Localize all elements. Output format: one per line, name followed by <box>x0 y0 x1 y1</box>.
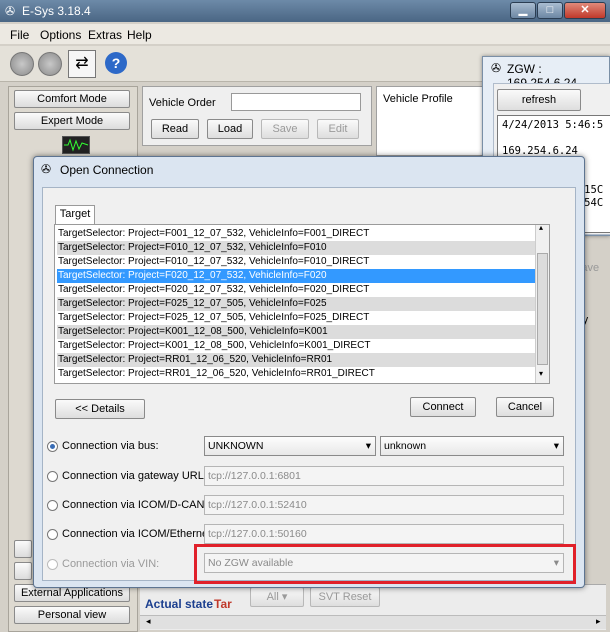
close-button[interactable]: ✕ <box>564 2 606 19</box>
vin-label: Connection via VIN: <box>62 558 160 570</box>
target-state-label: Tar <box>214 597 232 611</box>
radio-icom-ethernet[interactable] <box>47 529 58 540</box>
actual-state-label: Actual state <box>145 597 214 611</box>
list-scrollbar[interactable]: ▴ ▾ <box>535 225 549 383</box>
scroll-thumb[interactable] <box>537 253 548 365</box>
target-list-item[interactable]: TargetSelector: Project=F020_12_07_532, … <box>57 269 537 283</box>
scroll-left-icon[interactable]: ◂ <box>146 616 151 627</box>
back-icon[interactable] <box>10 52 34 76</box>
target-list-item[interactable]: TargetSelector: Project=RR01_12_06_520, … <box>57 353 537 367</box>
target-list[interactable]: TargetSelector: Project=F001_12_07_532, … <box>54 224 550 384</box>
main-titlebar: ✇ E-Sys 3.18.4 ▁ □ ✕ <box>0 0 610 22</box>
horizontal-scrollbar[interactable]: ◂ ▸ <box>140 615 606 629</box>
connection-icon[interactable]: ⇄ <box>68 50 96 78</box>
vehicle-order-panel: Vehicle Order Read Load Save Edit <box>142 86 372 146</box>
chevron-down-icon: ▾ <box>365 440 371 452</box>
svt-reset-button[interactable]: SVT Reset <box>310 587 380 607</box>
bus-type-select[interactable]: unknown ▾ <box>380 436 564 456</box>
target-list-item[interactable]: TargetSelector: Project=RR01_12_06_520, … <box>57 367 537 381</box>
edit-button[interactable]: Edit <box>317 119 359 139</box>
scroll-right-icon[interactable]: ▸ <box>596 616 601 627</box>
target-list-item[interactable]: TargetSelector: Project=F020_12_07_532, … <box>57 283 537 297</box>
cancel-button[interactable]: Cancel <box>496 397 554 417</box>
target-list-item[interactable]: TargetSelector: Project=K001_12_08_500, … <box>57 339 537 353</box>
menu-extras[interactable]: Extras <box>88 28 122 42</box>
target-list-item[interactable]: TargetSelector: Project=F010_12_07_532, … <box>57 255 537 269</box>
maximize-button[interactable]: □ <box>537 2 563 19</box>
gateway-label: Connection via gateway URL: <box>62 470 207 482</box>
expert-mode-button[interactable]: Expert Mode <box>14 112 130 130</box>
help-icon[interactable]: ? <box>105 52 127 74</box>
dialog-icon: ✇ <box>41 162 52 176</box>
target-list-item[interactable]: TargetSelector: Project=F001_12_07_532, … <box>57 227 537 241</box>
minimize-button[interactable]: ▁ <box>510 2 536 19</box>
menu-file[interactable]: File <box>10 28 29 42</box>
target-list-item[interactable]: TargetSelector: Project=F025_12_07_505, … <box>57 297 537 311</box>
refresh-button[interactable]: refresh <box>497 89 581 111</box>
save-button[interactable]: Save <box>261 119 309 139</box>
target-list-item[interactable]: TargetSelector: Project=K001_12_08_500, … <box>57 325 537 339</box>
load-button[interactable]: Load <box>207 119 253 139</box>
icom-dcan-label: Connection via ICOM/D-CAN: <box>62 499 208 511</box>
highlight-box <box>194 544 576 584</box>
tab-target[interactable]: Target <box>55 205 95 224</box>
connect-button[interactable]: Connect <box>410 397 476 417</box>
scroll-down-icon[interactable]: ▾ <box>539 369 543 378</box>
menu-help[interactable]: Help <box>127 28 152 42</box>
vehicle-profile-label: Vehicle Profile <box>383 93 453 105</box>
menu-options[interactable]: Options <box>40 28 81 42</box>
icom-dcan-field[interactable]: tcp://127.0.0.1:52410 <box>204 495 564 515</box>
chevron-down-icon: ▾ <box>553 440 559 452</box>
zgw-line <box>502 132 610 145</box>
gateway-url-field[interactable]: tcp://127.0.0.1:6801 <box>204 466 564 486</box>
target-list-item[interactable]: TargetSelector: Project=F025_12_07_505, … <box>57 311 537 325</box>
state-bar: Actual state Tar All ▾ SVT Reset ◂ ▸ <box>140 584 606 630</box>
bus-select[interactable]: UNKNOWN ▾ <box>204 436 376 456</box>
scroll-up-icon[interactable]: ▴ <box>539 225 543 232</box>
read-button[interactable]: Read <box>151 119 199 139</box>
filter-combo[interactable]: All ▾ <box>250 587 304 607</box>
dialog-title: Open Connection <box>60 163 154 177</box>
sidebar-stub-button[interactable] <box>14 540 32 558</box>
bus-label: Connection via bus: <box>62 440 159 452</box>
radio-vin[interactable] <box>47 559 58 570</box>
sidebar-stub-button[interactable] <box>14 562 32 580</box>
zgw-icon: ✇ <box>491 61 502 75</box>
zgw-line: 4/24/2013 5:46:5 <box>502 119 604 131</box>
comfort-mode-button[interactable]: Comfort Mode <box>14 90 130 108</box>
icom-ethernet-label: Connection via ICOM/Ethernet: <box>62 528 215 540</box>
app-icon: ✇ <box>5 4 16 18</box>
radio-gateway[interactable] <box>47 471 58 482</box>
details-button[interactable]: << Details <box>55 399 145 419</box>
menubar: File Options Extras Help <box>0 24 610 44</box>
target-list-item[interactable]: TargetSelector: Project=F010_12_07_532, … <box>57 241 537 255</box>
icom-ethernet-field[interactable]: tcp://127.0.0.1:50160 <box>204 524 564 544</box>
personal-view-button[interactable]: Personal view <box>14 606 130 624</box>
waveform-icon[interactable] <box>62 136 90 154</box>
forward-icon[interactable] <box>38 52 62 76</box>
vehicle-order-label: Vehicle Order <box>149 97 216 109</box>
window-title: E-Sys 3.18.4 <box>22 4 91 18</box>
vehicle-order-input[interactable] <box>231 93 361 111</box>
radio-bus[interactable] <box>47 441 58 452</box>
radio-icom-dcan[interactable] <box>47 500 58 511</box>
